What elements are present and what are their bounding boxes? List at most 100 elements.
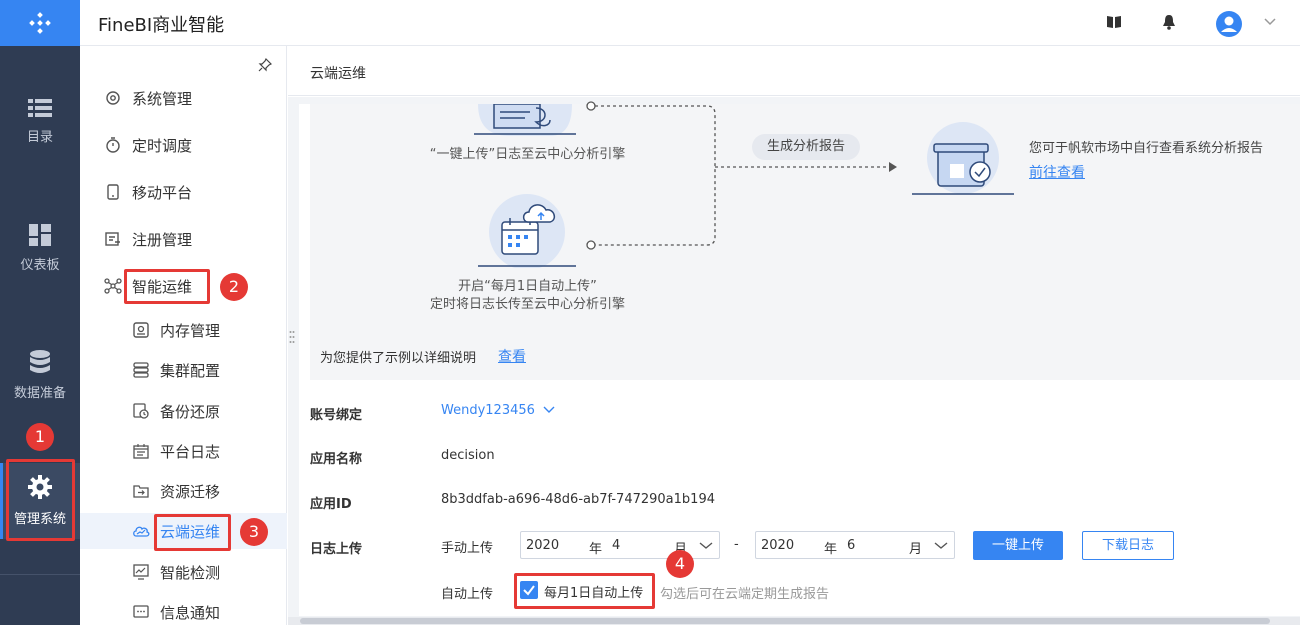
page-title: 云端运维 — [310, 66, 366, 82]
app-window: 目录 仪表板 数据准备 管理系统 FineBI商业智能 系统管理 定时调度 移动… — [0, 0, 1300, 625]
one-click-upload-button[interactable]: 一键上传 — [973, 531, 1063, 560]
subnav-item-detect[interactable]: 智能检测 — [80, 554, 287, 590]
timer-icon — [104, 136, 122, 154]
chevron-down-icon — [934, 542, 948, 549]
view-example-link[interactable]: 查看 — [498, 346, 526, 366]
book-icon[interactable] — [1106, 14, 1122, 30]
flow-step2-text: 开启“每月1日自动上传” 定时将日志长传至云中心分析引擎 — [420, 278, 635, 314]
end-month-picker[interactable]: 2020 年 6 月 — [755, 531, 955, 559]
subnav-item-schedule[interactable]: 定时调度 — [80, 127, 287, 163]
highlight-auto-upload — [514, 573, 655, 609]
highlight-ops — [124, 269, 210, 304]
auto-upload-label: 自动上传 — [441, 587, 494, 602]
example-text: 为您提供了示例以详细说明 — [320, 351, 477, 366]
manual-upload-label: 手动上传 — [441, 541, 494, 556]
monitor-chart-icon — [132, 563, 150, 581]
flow-report-pill: 生成分析报告 — [752, 134, 860, 160]
app-logo[interactable] — [0, 0, 80, 46]
backup-icon — [132, 402, 150, 420]
server-icon — [132, 361, 150, 379]
subnav-item-label: 集群配置 — [160, 361, 221, 380]
log-upload-label: 日志上传 — [310, 542, 363, 557]
memory-icon — [132, 321, 150, 339]
account-value: Wendy123456 — [441, 403, 535, 418]
top-header: FineBI商业智能 — [80, 0, 1300, 46]
list-icon — [28, 99, 52, 117]
scrollbar-thumb[interactable] — [300, 618, 1270, 624]
calendar-icon — [132, 442, 150, 460]
view-report-link[interactable]: 前往查看 — [1029, 162, 1085, 182]
highlight-cloud-ops — [154, 514, 231, 551]
step-badge-2: 2 — [220, 273, 248, 301]
rail-item-dashboard[interactable]: 仪表板 — [0, 224, 80, 273]
step-badge-3: 3 — [240, 518, 268, 546]
subnav-item-label: 备份还原 — [160, 402, 221, 421]
subnav-item-label: 移动平台 — [132, 183, 193, 202]
flow-step2-line1: 开启“每月1日自动上传” — [458, 279, 597, 294]
month-unit: 月 — [909, 542, 923, 557]
auto-upload-illustration — [478, 194, 576, 268]
account-dropdown[interactable]: Wendy123456 — [441, 403, 555, 418]
settings-icon — [104, 89, 122, 107]
network-icon — [104, 277, 122, 295]
subnav-item-system[interactable]: 系统管理 — [80, 80, 287, 116]
step-badge-4: 4 — [666, 550, 694, 578]
year-unit: 年 — [589, 542, 603, 557]
avatar[interactable] — [1216, 11, 1242, 37]
report-illustration — [912, 122, 1014, 195]
app-title: FineBI商业智能 — [98, 15, 225, 36]
pin-icon[interactable] — [258, 58, 272, 72]
subnav-item-label: 定时调度 — [132, 136, 193, 155]
app-name-value: decision — [441, 448, 495, 463]
upload-log-illustration — [474, 104, 576, 136]
subnav-item-label: 注册管理 — [132, 230, 193, 249]
folder-arrow-icon — [132, 482, 150, 500]
subnav-item-label: 智能检测 — [160, 563, 221, 582]
rail-item-label: 目录 — [26, 130, 53, 145]
app-id-label: 应用ID — [310, 497, 352, 512]
rail-divider — [0, 574, 80, 575]
start-year: 2020 — [526, 538, 560, 553]
auto-upload-hint: 勾选后可在云端定期生成报告 — [660, 587, 830, 602]
cloud-chart-icon — [132, 522, 150, 540]
app-name-label: 应用名称 — [310, 452, 363, 467]
logo-icon — [29, 12, 51, 34]
year-unit: 年 — [824, 542, 838, 557]
subnav-item-label: 平台日志 — [160, 442, 221, 461]
chevron-down-icon[interactable] — [1264, 18, 1276, 26]
chevron-down-icon — [699, 542, 713, 549]
subnav-item-backup[interactable]: 备份还原 — [80, 393, 287, 429]
report-description: 您可于帆软市场中自行查看系统分析报告 — [1029, 141, 1264, 156]
account-label: 账号绑定 — [310, 408, 363, 423]
highlight-admin — [6, 459, 75, 541]
subnav-item-notify[interactable]: 信息通知 — [80, 594, 287, 625]
rail-item-label: 数据准备 — [13, 386, 66, 401]
breadcrumb: 云端运维 — [288, 46, 1300, 96]
subnav-item-register[interactable]: 注册管理 — [80, 221, 287, 257]
subnav-item-migrate[interactable]: 资源迁移 — [80, 473, 287, 509]
end-month: 6 — [847, 538, 856, 553]
flow-step2-line2: 定时将日志长传至云中心分析引擎 — [429, 297, 625, 312]
subnav-item-mobile[interactable]: 移动平台 — [80, 174, 287, 210]
subnav-item-label: 内存管理 — [160, 321, 221, 340]
chevron-down-icon — [543, 406, 555, 413]
step-badge-1: 1 — [26, 423, 54, 451]
rail-item-label: 仪表板 — [20, 258, 60, 273]
splitter-handle[interactable] — [289, 330, 295, 344]
subnav-item-label: 系统管理 — [132, 89, 193, 108]
mobile-icon — [104, 183, 122, 201]
download-log-button[interactable]: 下载日志 — [1082, 531, 1174, 560]
bell-icon[interactable] — [1162, 14, 1176, 30]
message-icon — [132, 603, 150, 621]
rail-item-catalog[interactable]: 目录 — [0, 98, 80, 145]
subnav-item-memory[interactable]: 内存管理 — [80, 312, 287, 348]
end-year: 2020 — [761, 538, 795, 553]
subnav-item-label: 资源迁移 — [160, 482, 221, 501]
subnav-item-logs[interactable]: 平台日志 — [80, 433, 287, 469]
rail-item-data-prep[interactable]: 数据准备 — [0, 350, 80, 401]
dashboard-icon — [29, 224, 51, 246]
subnav-item-cluster[interactable]: 集群配置 — [80, 352, 287, 388]
subnav-item-label: 信息通知 — [160, 603, 221, 622]
database-icon — [30, 350, 50, 373]
flow-connector — [586, 101, 897, 250]
